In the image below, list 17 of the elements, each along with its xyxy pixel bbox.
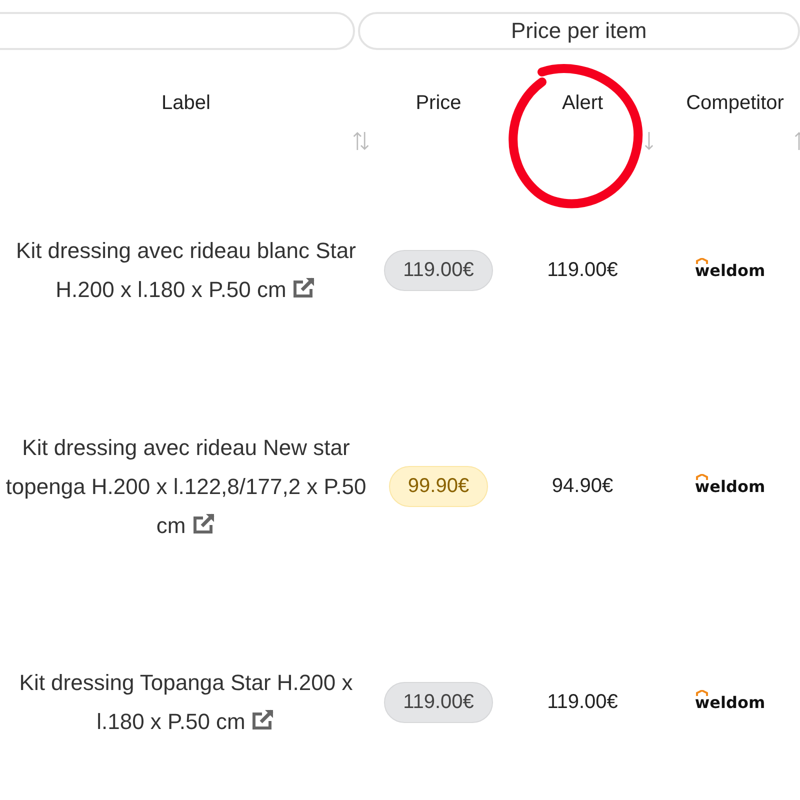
column-header[interactable]: Alert <box>562 92 604 118</box>
alert-price: 94.90€ <box>552 474 614 498</box>
price-badge: 99.90€ <box>388 466 488 506</box>
price-badge: 119.00€ <box>384 250 493 290</box>
product-label: Kit dressing avec rideau New star topenga H.200 x l.122,8/177,2 x P.50 cm <box>4 434 368 540</box>
column-header[interactable]: Price <box>416 92 462 118</box>
column-header[interactable]: Competitor <box>686 92 784 118</box>
competitor-logo: weldom <box>694 476 766 496</box>
column-header[interactable]: Label <box>162 92 210 118</box>
column-group-header: Price per item <box>358 12 800 50</box>
competitor-logo: weldom <box>694 260 766 280</box>
price-badge: 119.00€ <box>384 682 493 722</box>
product-label: Kit dressing Topanga Star H.200 x l.180 x P.50 cm <box>18 669 354 736</box>
alert-price: 119.00€ <box>547 258 618 282</box>
product-label: Kit dressing avec rideau blanc Star H.200 x l.180 x P.50 cm <box>15 237 357 304</box>
alert-price: 119.00€ <box>547 690 618 714</box>
competitor-logo: weldom <box>694 692 766 712</box>
